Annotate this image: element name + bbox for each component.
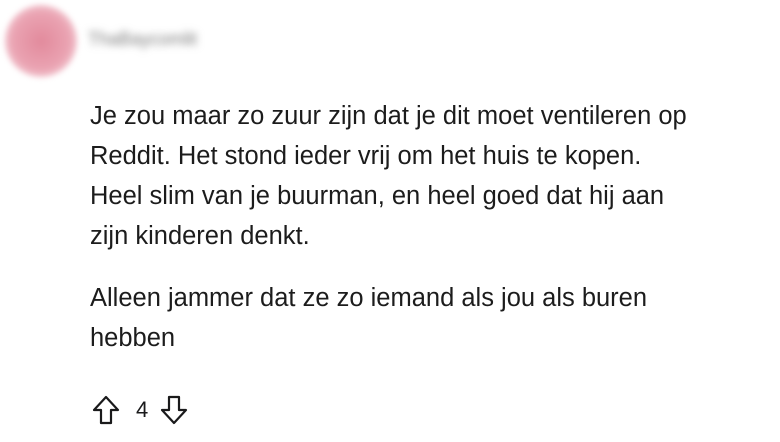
comment: ThaBaycomlit Je zou maar zo zuur zijn da… bbox=[0, 0, 780, 442]
upvote-button[interactable] bbox=[90, 393, 122, 427]
comment-body: Je zou maar zo zuur zijn dat je dit moet… bbox=[90, 96, 778, 358]
downvote-button[interactable] bbox=[158, 393, 190, 427]
avatar[interactable] bbox=[5, 5, 77, 77]
comment-paragraph: Je zou maar zo zuur zijn dat je dit moet… bbox=[90, 102, 687, 250]
vote-score: 4 bbox=[136, 397, 149, 422]
username[interactable]: ThaBaycomlit bbox=[88, 27, 264, 51]
vote-bar: 4 bbox=[90, 392, 190, 428]
arrow-down-outline-icon bbox=[161, 395, 188, 425]
arrow-up-outline-icon bbox=[92, 395, 120, 425]
comment-paragraph: Alleen jammer dat ze zo iemand als jou a… bbox=[90, 284, 648, 352]
